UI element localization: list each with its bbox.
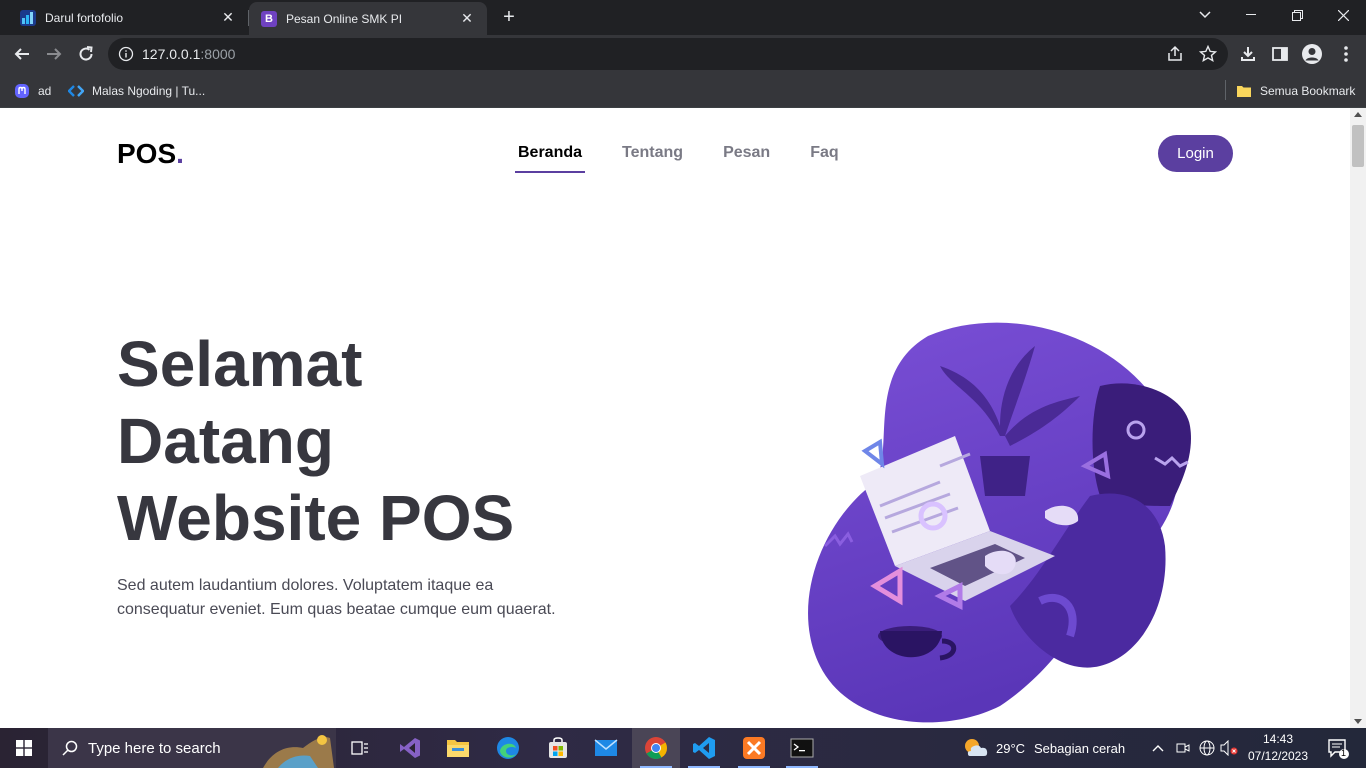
bookmark-label: Malas Ngoding | Tu... xyxy=(92,84,206,98)
tab-darul-fortofolio[interactable]: Darul fortofolio ✕ xyxy=(8,0,248,35)
tab-pesan-online[interactable]: B Pesan Online SMK PI ✕ xyxy=(249,2,487,35)
close-tab-icon[interactable]: ✕ xyxy=(220,9,236,26)
url-host: 127.0.0.1 xyxy=(142,46,201,62)
side-panel-icon[interactable] xyxy=(1265,39,1295,69)
search-icon xyxy=(62,740,78,756)
logo-dot: . xyxy=(176,138,184,169)
tab-search-chevron-icon[interactable] xyxy=(1182,0,1228,30)
browser-toolbar: 127.0.0.1:8000 xyxy=(0,35,1366,73)
logo-text: POS xyxy=(117,138,177,169)
weather-temp[interactable]: 29°C xyxy=(996,728,1025,768)
hero-title-line: Selamat xyxy=(117,328,363,400)
search-placeholder: Type here to search xyxy=(88,739,221,757)
new-tab-icon[interactable]: + xyxy=(498,6,520,28)
bookmark-malas-ngoding[interactable]: Malas Ngoding | Tu... xyxy=(68,81,205,101)
scroll-up-icon[interactable] xyxy=(1354,112,1362,117)
task-view-icon[interactable] xyxy=(336,728,384,768)
clock-time: 14:43 xyxy=(1262,732,1294,746)
tab-title: Pesan Online SMK PI xyxy=(286,11,403,26)
download-icon[interactable] xyxy=(1233,39,1263,69)
tab-strip: Darul fortofolio ✕ B Pesan Online SMK PI… xyxy=(0,0,1366,35)
nav-faq[interactable]: Faq xyxy=(807,144,841,173)
close-window-icon[interactable] xyxy=(1320,0,1366,30)
file-explorer-icon[interactable] xyxy=(434,728,482,768)
terminal-icon[interactable] xyxy=(778,728,826,768)
taskbar-clock[interactable]: 14:43 07/12/2023 xyxy=(1242,731,1314,765)
show-hidden-icons-chevron-icon[interactable] xyxy=(1146,728,1170,768)
hero-illustration xyxy=(808,322,1191,723)
network-globe-icon[interactable] xyxy=(1196,728,1218,768)
bookmarks-bar: ad Malas Ngoding | Tu... Semua Bookmark xyxy=(0,73,1366,108)
all-bookmarks-folder[interactable]: Semua Bookmark xyxy=(1236,81,1355,101)
profile-avatar-icon[interactable] xyxy=(1297,39,1327,69)
volume-muted-icon[interactable] xyxy=(1218,728,1240,768)
back-icon[interactable] xyxy=(7,39,37,69)
taskbar-search[interactable]: Type here to search xyxy=(48,728,336,768)
vscode-icon[interactable] xyxy=(680,728,728,768)
scroll-down-icon[interactable] xyxy=(1354,719,1362,724)
login-button[interactable]: Login xyxy=(1158,135,1233,172)
bookmark-label: ad xyxy=(38,84,52,98)
weather-partly-sunny-icon[interactable] xyxy=(962,736,988,760)
bookmark-star-icon[interactable] xyxy=(1199,45,1217,63)
mastodon-icon xyxy=(15,84,29,98)
nav-pesan[interactable]: Pesan xyxy=(720,144,773,173)
xampp-icon[interactable] xyxy=(730,728,778,768)
bootstrap-favicon-icon: B xyxy=(261,10,277,27)
minimize-icon[interactable] xyxy=(1228,0,1274,30)
address-bar[interactable]: 127.0.0.1:8000 xyxy=(108,38,1228,70)
search-highlight-icon xyxy=(263,735,334,768)
edge-icon[interactable] xyxy=(484,728,532,768)
meet-now-icon[interactable] xyxy=(1172,728,1194,768)
chart-favicon-icon xyxy=(20,9,36,26)
hero-title-line: Datang xyxy=(117,405,334,477)
windows-taskbar: Type here to search 29°C Sebagian cerah xyxy=(0,728,1366,768)
windows-start-icon[interactable] xyxy=(0,728,48,768)
url-text: 127.0.0.1:8000 xyxy=(142,46,235,62)
site-info-icon[interactable] xyxy=(118,46,134,62)
bookmarks-separator xyxy=(1225,80,1226,100)
main-nav: Beranda Tentang Pesan Faq xyxy=(515,144,876,173)
hero-title-line: Website POS xyxy=(117,482,515,554)
url-port: :8000 xyxy=(200,46,236,62)
hero-title: Selamat Datang Website POS xyxy=(117,326,677,557)
visual-studio-icon[interactable] xyxy=(386,728,434,768)
site-logo[interactable]: POS. xyxy=(117,138,184,170)
bookmark-ad[interactable]: ad xyxy=(14,81,51,101)
close-tab-icon[interactable]: ✕ xyxy=(459,10,475,27)
notification-count: 1 xyxy=(1341,748,1347,758)
all-bookmarks-label: Semua Bookmark xyxy=(1260,84,1356,98)
tab-title: Darul fortofolio xyxy=(45,10,124,25)
mail-icon[interactable] xyxy=(582,728,630,768)
page-viewport: POS. Beranda Tentang Pesan Faq Login Sel… xyxy=(0,108,1350,728)
menu-kebab-icon[interactable] xyxy=(1331,39,1361,69)
reload-icon[interactable] xyxy=(71,39,101,69)
scrollbar-thumb[interactable] xyxy=(1352,125,1364,167)
chrome-icon[interactable] xyxy=(632,728,680,768)
code-icon xyxy=(68,85,84,97)
store-icon[interactable] xyxy=(534,728,582,768)
restore-icon[interactable] xyxy=(1274,0,1320,30)
hero-description: Sed autem laudantium dolores. Voluptatem… xyxy=(117,577,556,618)
forward-icon[interactable] xyxy=(39,39,69,69)
folder-icon xyxy=(1237,86,1251,97)
page-scrollbar[interactable] xyxy=(1350,108,1366,728)
share-icon[interactable] xyxy=(1166,45,1184,63)
weather-desc[interactable]: Sebagian cerah xyxy=(1034,728,1125,768)
clock-date: 07/12/2023 xyxy=(1247,749,1309,763)
notification-center-icon[interactable]: 1 xyxy=(1318,728,1358,768)
nav-beranda[interactable]: Beranda xyxy=(515,144,586,173)
nav-tentang[interactable]: Tentang xyxy=(619,144,686,173)
